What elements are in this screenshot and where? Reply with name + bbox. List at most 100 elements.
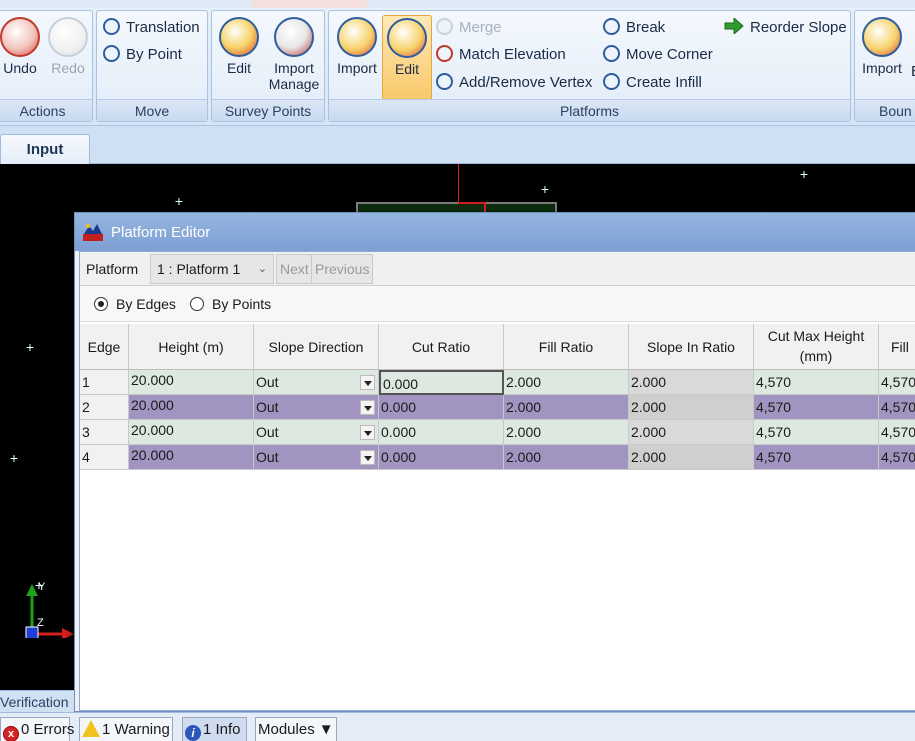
cell-slope-in-ratio[interactable]: 2.000 — [629, 395, 754, 420]
boundary-import-button[interactable]: Import — [857, 15, 907, 99]
radio-selected-icon — [94, 297, 108, 311]
cell-cut-max-height[interactable]: 4,570 — [754, 420, 879, 445]
cell-fill-ratio[interactable]: 2.000 — [504, 370, 629, 395]
platforms-import-icon — [337, 17, 377, 57]
platforms-import-button[interactable]: Import — [332, 15, 382, 99]
match-elevation-button[interactable]: Match Elevation — [436, 44, 566, 66]
by-point-button[interactable]: By Point — [103, 44, 182, 66]
group-survey-points: Edit Import Manage Survey Points — [211, 10, 325, 122]
warnings-button[interactable]: 1 Warning — [79, 717, 173, 741]
table-row[interactable]: 3 20.000 Out 0.000 2.000 2.000 4,570 4,5… — [80, 420, 915, 445]
svg-text:Z: Z — [37, 617, 44, 629]
cell-height[interactable]: 20.000 — [129, 370, 254, 395]
survey-edit-button[interactable]: Edit — [214, 15, 264, 99]
platform-editor-window[interactable]: Platform Editor Platform 1 : Platform 1 … — [74, 212, 915, 712]
cell-fill-ratio[interactable]: 2.000 — [504, 420, 629, 445]
create-infill-button[interactable]: Create Infill — [603, 72, 702, 94]
cell-height[interactable]: 20.000 — [129, 445, 254, 470]
dropdown-arrow-icon[interactable] — [360, 450, 375, 465]
info-button[interactable]: i1 Info — [182, 717, 247, 741]
group-move: Translation By Point Move — [96, 10, 208, 122]
cell-fill-max[interactable]: 4,570 — [879, 445, 915, 470]
cell-slope-in-ratio[interactable]: 2.000 — [629, 420, 754, 445]
ribbon-top-strip — [0, 0, 915, 8]
move-corner-button[interactable]: Move Corner — [603, 44, 713, 66]
cell-edge: 3 — [80, 420, 129, 445]
platforms-edit-button[interactable]: Edit — [382, 15, 432, 101]
break-icon — [603, 18, 620, 35]
group-label-actions: Actions — [0, 99, 92, 121]
previous-button[interactable]: Previous — [311, 254, 374, 284]
platform-editor-app-icon — [83, 224, 103, 241]
group-platforms: Import Edit Merge Match Elevation Add/Re… — [328, 10, 851, 122]
table-row[interactable]: 1 20.000 Out 0.000 2.000 2.000 4,570 4,5… — [80, 370, 915, 395]
cell-cut-max-height[interactable]: 4,570 — [754, 395, 879, 420]
cell-height[interactable]: 20.000 — [129, 420, 254, 445]
error-icon: x — [3, 726, 19, 741]
cell-cut-ratio[interactable]: 0.000 — [379, 395, 504, 420]
cell-slope-direction[interactable]: Out — [254, 445, 379, 470]
radio-unselected-icon — [190, 297, 204, 311]
platform-editor-body: Platform 1 : Platform 1 ⌄ Next Previous … — [79, 251, 915, 711]
translation-button[interactable]: Translation — [103, 17, 200, 39]
col-header-fill-ratio[interactable]: Fill Ratio — [504, 324, 629, 370]
platform-selector-row: Platform 1 : Platform 1 ⌄ Next Previous — [80, 252, 915, 286]
col-header-slope-in-ratio[interactable]: Slope In Ratio — [629, 324, 754, 370]
modules-button[interactable]: Modules ▼ — [255, 717, 337, 741]
group-label-platforms: Platforms — [329, 99, 850, 121]
survey-point-marker: + — [174, 193, 184, 209]
verification-panel-tab[interactable]: Verification — [0, 690, 74, 712]
cell-cut-ratio[interactable]: 0.000 — [379, 445, 504, 470]
warning-icon — [82, 720, 100, 737]
by-points-radio[interactable]: By Points — [190, 286, 271, 322]
col-header-fill[interactable]: Fill — [879, 324, 915, 370]
boundary-extra-button[interactable]: E — [911, 61, 915, 83]
cell-slope-direction[interactable]: Out — [254, 420, 379, 445]
cell-fill-max[interactable]: 4,570 — [879, 370, 915, 395]
survey-point-marker: + — [799, 166, 809, 182]
break-button[interactable]: Break — [603, 17, 665, 39]
next-button[interactable]: Next — [276, 254, 313, 284]
undo-button[interactable]: Undo — [0, 15, 45, 99]
boundary-import-icon — [862, 17, 902, 57]
tab-input[interactable]: Input — [0, 134, 90, 164]
cell-slope-in-ratio[interactable]: 2.000 — [629, 445, 754, 470]
group-label-boundary: Boun — [855, 99, 915, 121]
document-tab-bar: Input — [0, 126, 915, 164]
add-remove-vertex-button[interactable]: Add/Remove Vertex — [436, 72, 592, 94]
col-header-height[interactable]: Height (m) — [129, 324, 254, 370]
cell-fill-ratio[interactable]: 2.000 — [504, 445, 629, 470]
cell-fill-max[interactable]: 4,570 — [879, 395, 915, 420]
dropdown-arrow-icon[interactable] — [360, 425, 375, 440]
table-row[interactable]: 4 20.000 Out 0.000 2.000 2.000 4,570 4,5… — [80, 445, 915, 470]
cell-cut-ratio[interactable]: 0.000 — [379, 420, 504, 445]
merge-button[interactable]: Merge — [436, 17, 502, 39]
platform-select[interactable]: 1 : Platform 1 ⌄ — [150, 254, 274, 284]
cell-fill-ratio[interactable]: 2.000 — [504, 395, 629, 420]
dropdown-arrow-icon[interactable] — [360, 375, 375, 390]
cell-cut-max-height[interactable]: 4,570 — [754, 370, 879, 395]
col-header-edge[interactable]: Edge — [80, 324, 129, 370]
cell-height[interactable]: 20.000 — [129, 395, 254, 420]
errors-button[interactable]: x0 Errors — [0, 717, 74, 741]
cell-slope-direction[interactable]: Out — [254, 395, 379, 420]
cell-slope-in-ratio[interactable]: 2.000 — [629, 370, 754, 395]
col-header-slope-direction[interactable]: Slope Direction — [254, 324, 379, 370]
platform-label: Platform — [86, 261, 139, 277]
table-row[interactable]: 2 20.000 Out 0.000 2.000 2.000 4,570 4,5… — [80, 395, 915, 420]
undo-icon — [0, 17, 40, 57]
platform-editor-titlebar[interactable]: Platform Editor — [75, 213, 915, 251]
import-manage-button[interactable]: Import Manage — [266, 15, 322, 99]
group-boundary: Import E Boun — [854, 10, 915, 122]
cell-slope-direction[interactable]: Out — [254, 370, 379, 395]
cell-cut-max-height[interactable]: 4,570 — [754, 445, 879, 470]
mode-radio-row: By Edges By Points — [80, 286, 915, 322]
cell-cut-ratio[interactable]: 0.000 — [379, 370, 504, 395]
col-header-cut-max-height[interactable]: Cut Max Height (mm) — [754, 324, 879, 370]
col-header-cut-ratio[interactable]: Cut Ratio — [379, 324, 504, 370]
by-edges-radio[interactable]: By Edges — [94, 286, 176, 322]
cell-fill-max[interactable]: 4,570 — [879, 420, 915, 445]
dropdown-arrow-icon[interactable] — [360, 400, 375, 415]
redo-button[interactable]: Redo — [43, 15, 93, 99]
reorder-slope-button[interactable]: Reorder Slope — [724, 17, 847, 39]
